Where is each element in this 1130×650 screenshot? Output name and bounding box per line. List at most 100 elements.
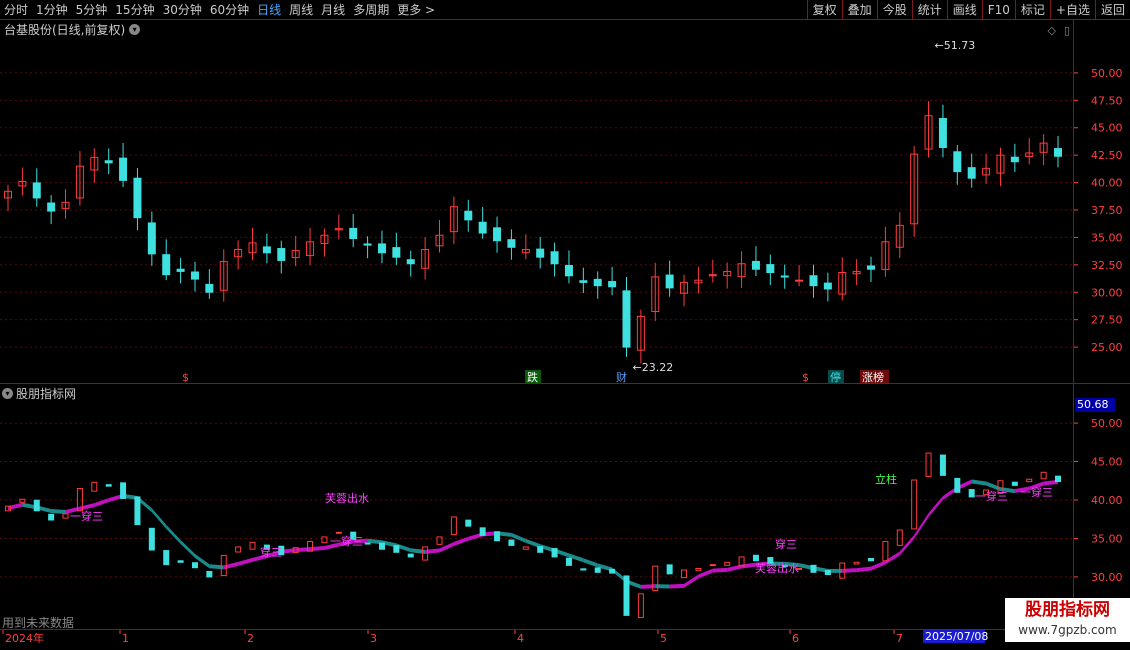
- candle-body: [780, 275, 789, 278]
- candle-body: [32, 182, 41, 199]
- indicator-candle: [91, 481, 98, 492]
- indicator-ribbon-segment: [180, 540, 195, 558]
- candle-body: [867, 265, 876, 270]
- indicator-candle: [450, 516, 457, 535]
- indicator-candle: [882, 541, 889, 562]
- indicator-candle: [911, 479, 918, 530]
- indicator-ribbon-segment: [871, 560, 886, 571]
- time-tick-label: 1: [122, 632, 129, 645]
- candle-body: [205, 283, 214, 293]
- candle-body: [795, 279, 804, 282]
- high-price-label: ←51.73: [935, 39, 976, 52]
- candle-body: [104, 160, 113, 164]
- candle-body: [377, 243, 386, 254]
- indicator-signal-label: 一穿三: [70, 509, 103, 523]
- indicator-candle: [508, 539, 515, 546]
- indicator-candle: [709, 564, 716, 567]
- future-data-note: 用到未来数据: [2, 616, 75, 630]
- candle-body: [176, 268, 185, 272]
- indicator-signal-label: 穿三: [775, 537, 797, 551]
- indicator-candle: [853, 561, 860, 565]
- site-watermark: 股朋指标网 www.7gpzb.com: [1005, 598, 1130, 642]
- indicator-value-box: 50.68: [1075, 398, 1115, 412]
- indicator-candle: [925, 452, 932, 477]
- event-marker: 跌: [527, 370, 538, 384]
- indicator-tick-label: 40.00: [1091, 494, 1123, 507]
- candle-body: [579, 280, 588, 283]
- candle-body: [564, 265, 573, 277]
- candle-body: [823, 282, 832, 290]
- indicator-title: 股朋指标网: [16, 386, 77, 401]
- candle-body: [751, 260, 760, 270]
- indicator-candle: [1026, 478, 1033, 483]
- indicator-signal-label: 一穿三: [975, 489, 1008, 503]
- indicator-tick-label: 35.00: [1091, 532, 1123, 545]
- time-tick-label: 6: [792, 632, 799, 645]
- candle-body: [809, 275, 818, 287]
- time-tick-label: 2024年: [5, 631, 44, 645]
- candle-body: [593, 278, 602, 287]
- indicator-candle: [551, 548, 558, 558]
- indicator-candle: [465, 519, 472, 527]
- candle-body: [550, 251, 559, 265]
- indicator-candle: [378, 542, 385, 550]
- indicator-candle: [206, 570, 213, 578]
- candle-body: [392, 247, 401, 258]
- watermark-title: 股朋指标网: [1025, 600, 1110, 620]
- chevron-down-icon[interactable]: ▾: [2, 387, 13, 399]
- indicator-candle: [163, 550, 170, 566]
- indicator-candle: [235, 546, 242, 553]
- indicator-candle: [896, 529, 903, 546]
- indicator-ribbon-segment: [856, 566, 872, 573]
- candle-body: [622, 290, 631, 348]
- price-tick-label: 27.50: [1091, 314, 1123, 327]
- indicator-candle: [666, 564, 673, 575]
- indicator-candle: [637, 593, 644, 619]
- indicator-tick-label: 30.00: [1091, 571, 1123, 584]
- watermark-url: www.7gpzb.com: [1018, 623, 1117, 637]
- candle-body: [1054, 148, 1062, 157]
- candle-body: [493, 227, 502, 242]
- event-marker: 涨榜: [862, 370, 884, 384]
- time-tick-label: 3: [370, 632, 377, 645]
- indicator-candle: [105, 484, 112, 487]
- chart-canvas[interactable]: 50.00 47.50 45.00 42.50 40.00 37.50 35.00 32.50…: [0, 0, 1130, 650]
- indicator-signal-label: 立柱: [875, 472, 897, 486]
- price-tick-label: 50.00: [1091, 67, 1123, 80]
- candle-body: [938, 118, 947, 148]
- indicator-candle: [364, 542, 371, 545]
- indicator-candle: [33, 499, 40, 512]
- indicator-candle: [1055, 475, 1061, 483]
- candle-body: [507, 239, 516, 248]
- indicator-title-bar: ▾ 股朋指标网: [0, 385, 76, 401]
- indicator-candle: [868, 557, 875, 562]
- indicator-candle: [321, 536, 328, 544]
- indicator-ribbon-segment: [928, 496, 943, 518]
- indicator-candle: [954, 477, 961, 493]
- candle-body: [162, 254, 171, 276]
- indicator-ribbon-segment: [151, 508, 167, 529]
- indicator-candle: [724, 561, 731, 566]
- indicator-tick-label: 45.00: [1091, 456, 1123, 469]
- indicator-signal-label: 穿三: [260, 545, 282, 559]
- time-tick-label: 4: [517, 632, 524, 645]
- panel-separator: [0, 383, 1130, 384]
- time-tick-label: 7: [896, 632, 903, 645]
- candle-body: [119, 157, 128, 181]
- price-axis-border: [1073, 20, 1074, 640]
- indicator-candle: [594, 567, 601, 573]
- indicator-candle: [177, 560, 184, 563]
- candle-body: [190, 271, 199, 280]
- candle-body: [47, 202, 56, 212]
- indicator-signal-label: 芙蓉出水: [325, 491, 369, 505]
- indicator-candle: [48, 513, 55, 521]
- indicator-signal-label: 芙蓉出水: [755, 561, 799, 575]
- candle-body: [536, 248, 545, 258]
- price-tick-label: 47.50: [1091, 94, 1123, 107]
- indicator-candle: [494, 531, 501, 542]
- candle-body: [262, 246, 271, 254]
- candle-body: [363, 243, 372, 246]
- indicator-tick-label: 50.00: [1091, 417, 1123, 430]
- price-tick-label: 37.50: [1091, 204, 1123, 217]
- candle-body: [708, 274, 717, 277]
